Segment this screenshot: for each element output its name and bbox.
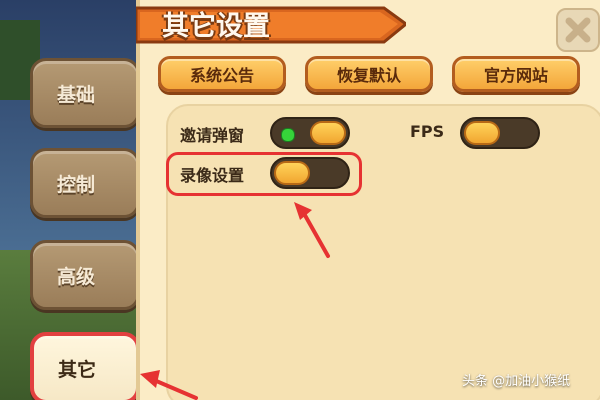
system-announcement-button[interactable]: 系统公告 <box>158 56 286 92</box>
tab-other[interactable]: 其它 <box>30 332 140 400</box>
official-website-label: 官方网站 <box>483 66 548 85</box>
toggle-knob <box>274 161 310 185</box>
arrow-annotation-icon <box>140 370 198 400</box>
game-scene: 基础 控制 高级 其它 其它设置 系统公告 恢复默认 官方网站 邀请弹窗 FPS <box>0 0 600 400</box>
close-button[interactable] <box>556 8 600 52</box>
restore-defaults-button[interactable]: 恢复默认 <box>305 56 433 92</box>
toggle-on-indicator <box>281 128 295 142</box>
invite-popup-toggle[interactable] <box>270 117 350 149</box>
tab-basic[interactable]: 基础 <box>30 58 140 128</box>
tab-basic-label: 基础 <box>57 83 96 106</box>
toggle-knob <box>464 121 500 145</box>
arrow-annotation-icon <box>294 202 330 258</box>
system-announcement-label: 系统公告 <box>189 66 254 85</box>
watermark-text: 头条 @加油小猴纸 <box>462 374 571 389</box>
page-title: 其它设置 <box>162 11 270 42</box>
fps-label: FPS <box>410 122 445 141</box>
recording-settings-label: 录像设置 <box>180 166 245 185</box>
tab-other-label: 其它 <box>58 358 97 381</box>
tab-controls[interactable]: 控制 <box>30 148 140 218</box>
restore-defaults-label: 恢复默认 <box>336 66 401 85</box>
toggle-knob <box>310 121 346 145</box>
close-icon <box>565 17 591 43</box>
tab-advanced-label: 高级 <box>57 265 96 288</box>
tab-controls-label: 控制 <box>57 173 96 196</box>
recording-toggle[interactable] <box>270 157 350 189</box>
settings-list-area <box>166 104 600 400</box>
tab-advanced[interactable]: 高级 <box>30 240 140 310</box>
fps-toggle[interactable] <box>460 117 540 149</box>
official-website-button[interactable]: 官方网站 <box>452 56 580 92</box>
invite-popup-label: 邀请弹窗 <box>180 126 245 145</box>
